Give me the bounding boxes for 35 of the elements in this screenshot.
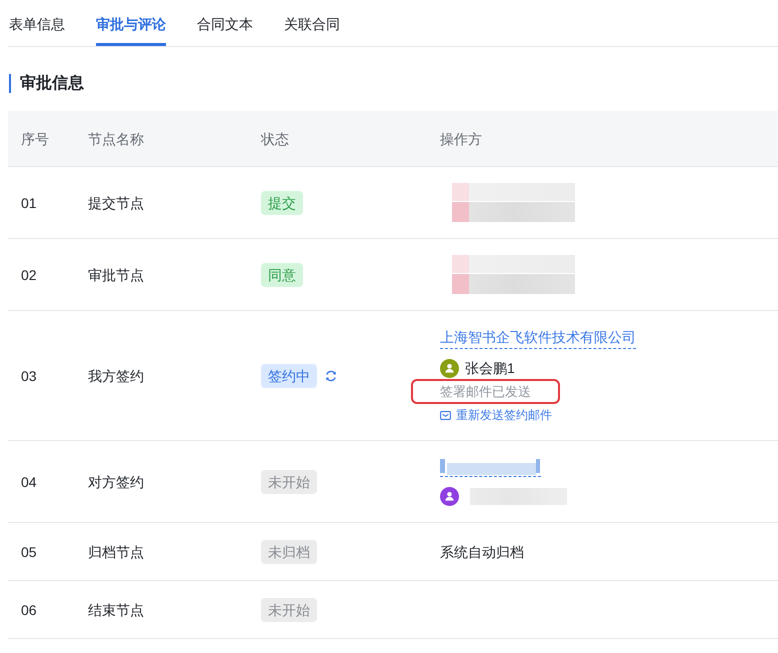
company-link[interactable]: 上海智书企飞软件技术有限公司 — [440, 327, 636, 349]
mail-icon — [440, 411, 451, 420]
tab[interactable]: 审批与评论 — [96, 0, 166, 46]
table-cell-text: 提交节点 — [87, 194, 145, 212]
status-tag: 未归档 — [261, 540, 317, 564]
tab[interactable]: 关联合同 — [284, 0, 340, 46]
resend-email-link[interactable]: 重新发送签约邮件 — [440, 407, 552, 424]
column-header: 节点名称 — [87, 130, 145, 148]
status-tag: 同意 — [261, 262, 303, 286]
column-header: 状态 — [260, 130, 290, 148]
operator-text: 系统自动归档 — [440, 542, 524, 562]
status-tag: 未开始 — [261, 598, 317, 622]
column-header: 操作方 — [439, 130, 483, 148]
tab[interactable]: 表单信息 — [9, 0, 65, 46]
table-cell-text: 05 — [20, 542, 38, 562]
table-cell-text: 02 — [20, 266, 38, 284]
table-cell-text: 对方签约 — [87, 472, 145, 492]
status-note: 签署邮件已发送 — [440, 382, 531, 400]
table-cell-text: 我方签约 — [87, 366, 145, 386]
section-title: 审批信息 — [9, 74, 84, 93]
signer-name: 张会鹏1 — [465, 359, 515, 378]
table-cell-text: 03 — [20, 366, 38, 386]
column-header: 序号 — [20, 130, 50, 148]
table-cell-text: 06 — [20, 600, 38, 620]
table-cell-text: 01 — [20, 194, 38, 212]
table-cell-text: 审批节点 — [87, 266, 145, 284]
table-cell-text: 结束节点 — [87, 600, 145, 620]
tab[interactable]: 合同文本 — [197, 0, 253, 46]
status-tag: 未开始 — [261, 470, 317, 494]
refresh-icon[interactable] — [325, 370, 337, 382]
table-cell-text: 04 — [20, 472, 38, 492]
redacted-company-link[interactable] — [440, 457, 541, 477]
status-tag: 提交 — [261, 190, 303, 214]
table-cell-text: 归档节点 — [87, 542, 145, 562]
status-tag: 签约中 — [261, 364, 317, 388]
